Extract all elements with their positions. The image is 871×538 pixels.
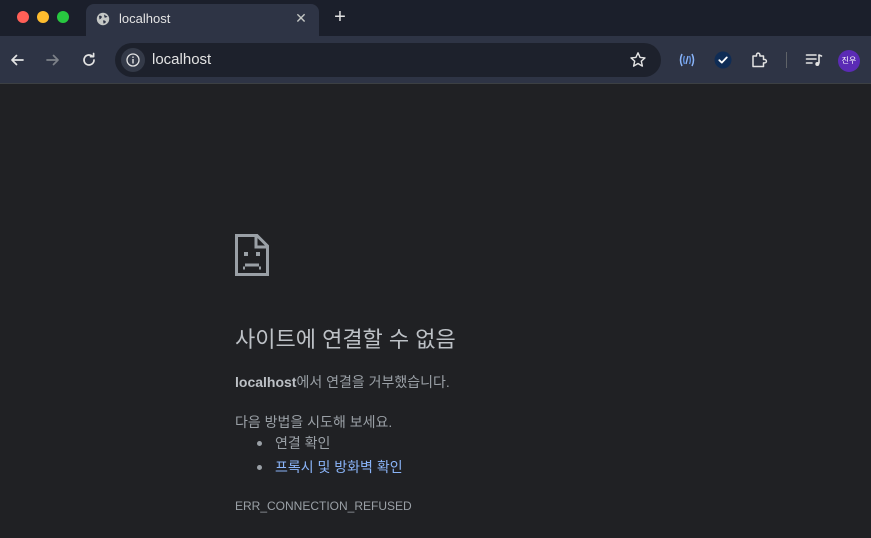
media-control-button[interactable] bbox=[803, 49, 825, 71]
error-heading: 사이트에 연결할 수 없음 bbox=[235, 327, 456, 352]
error-message: localhost에서 연결을 거부했습니다. bbox=[235, 372, 450, 392]
error-host: localhost bbox=[235, 374, 297, 390]
tab-close-icon[interactable]: ✕ bbox=[293, 10, 309, 26]
arrow-right-icon bbox=[46, 54, 59, 66]
address-bar[interactable]: localhost bbox=[115, 43, 661, 77]
window-close-button[interactable] bbox=[17, 11, 29, 23]
error-message-suffix: 에서 연결을 거부했습니다. bbox=[296, 374, 450, 390]
window-maximize-button[interactable] bbox=[57, 11, 69, 23]
suggestion-check-connection: 연결 확인 bbox=[257, 434, 403, 458]
check-badge-icon bbox=[714, 51, 732, 69]
reload-button[interactable] bbox=[78, 49, 100, 71]
tab-title: localhost bbox=[119, 11, 171, 26]
toolbar-separator bbox=[786, 52, 787, 68]
url-text[interactable]: localhost bbox=[152, 51, 211, 68]
puzzle-icon bbox=[752, 52, 768, 68]
profile-avatar[interactable]: 진우 bbox=[838, 50, 860, 72]
wireless-icon bbox=[679, 53, 695, 67]
suggestion-list: 연결 확인 프록시 및 방화벽 확인 bbox=[257, 434, 403, 482]
extension-wireless-button[interactable] bbox=[676, 49, 698, 71]
extension-check-button[interactable] bbox=[712, 49, 734, 71]
globe-icon bbox=[96, 12, 110, 26]
error-code: ERR_CONNECTION_REFUSED bbox=[235, 499, 412, 513]
tab-strip: localhost ✕ + bbox=[0, 0, 871, 36]
sad-page-icon bbox=[235, 234, 269, 276]
media-queue-icon bbox=[805, 54, 823, 66]
suggestion-check-proxy-firewall-link[interactable]: 프록시 및 방화벽 확인 bbox=[257, 458, 403, 482]
site-info-button[interactable] bbox=[121, 48, 145, 72]
arrow-left-icon bbox=[11, 54, 24, 66]
try-label: 다음 방법을 시도해 보세요. bbox=[235, 414, 393, 430]
tab-localhost[interactable]: localhost ✕ bbox=[86, 4, 319, 36]
star-icon[interactable] bbox=[629, 51, 647, 69]
toolbar: localhost bbox=[0, 36, 871, 84]
window-minimize-button[interactable] bbox=[37, 11, 49, 23]
info-icon bbox=[126, 53, 140, 67]
reload-icon bbox=[83, 52, 95, 66]
forward-button[interactable] bbox=[42, 49, 64, 71]
back-button[interactable] bbox=[6, 49, 28, 71]
new-tab-button[interactable]: + bbox=[330, 7, 350, 27]
extensions-button[interactable] bbox=[748, 49, 770, 71]
